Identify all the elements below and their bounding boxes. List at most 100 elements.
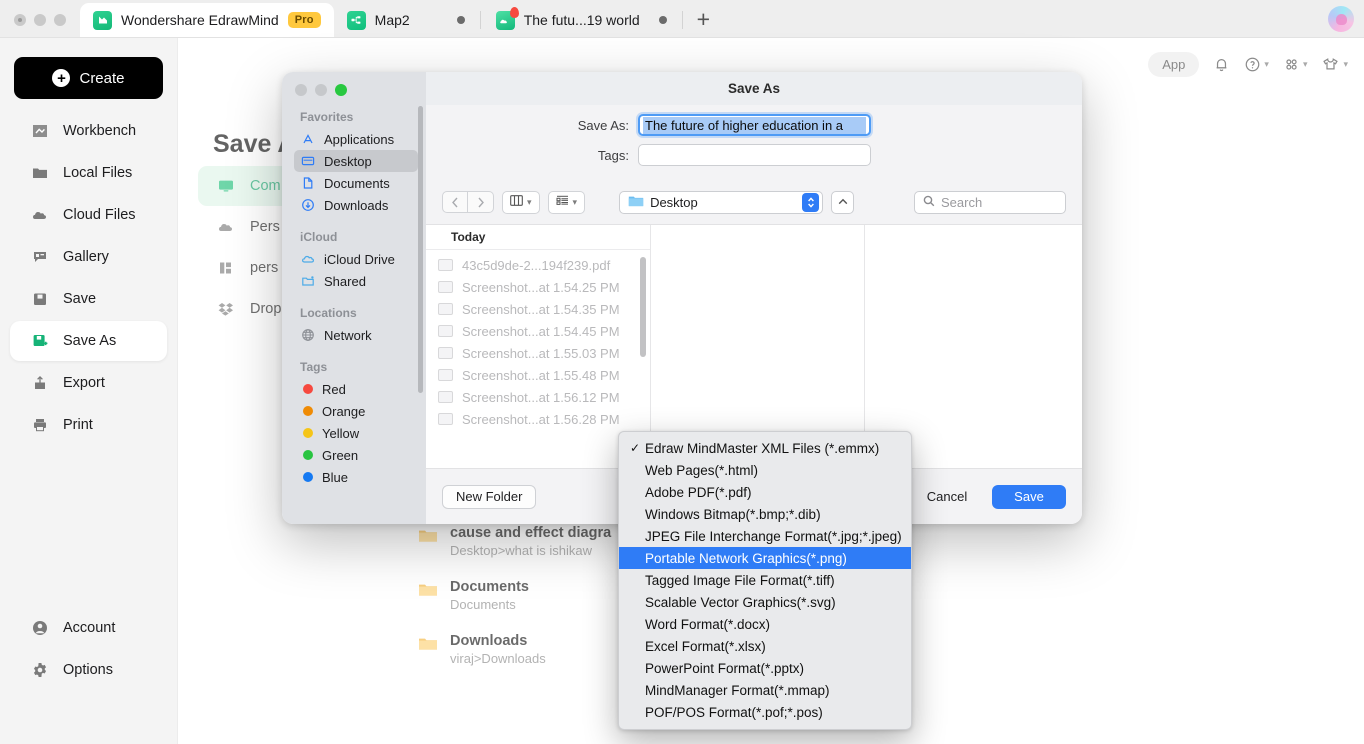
file-row[interactable]: Screenshot...at 1.54.25 PM bbox=[426, 276, 650, 298]
column-view-button[interactable]: ▾ bbox=[502, 190, 540, 214]
folder-name: Downloads bbox=[450, 633, 528, 649]
sidebar-item-options[interactable]: Options bbox=[10, 650, 167, 690]
sidebar-item-export[interactable]: Export bbox=[10, 363, 167, 403]
format-label: JPEG File Interchange Format(*.jpg;*.jpe… bbox=[645, 528, 902, 544]
dialog-item-shared[interactable]: Shared bbox=[294, 270, 418, 292]
dialog-maximize-button[interactable] bbox=[335, 84, 347, 96]
destination-label: Pers bbox=[250, 219, 280, 235]
format-option-emmx[interactable]: ✓ Edraw MindMaster XML Files (*.emmx) bbox=[619, 437, 911, 459]
back-button[interactable] bbox=[442, 191, 468, 213]
dialog-tag-yellow[interactable]: Yellow bbox=[294, 422, 418, 444]
format-option-pdf[interactable]: Adobe PDF(*.pdf) bbox=[619, 481, 911, 503]
tab-separator bbox=[479, 11, 481, 29]
path-stepper-icon bbox=[802, 192, 820, 212]
sidebar-item-label: Local Files bbox=[63, 165, 133, 181]
tab-close-dot[interactable] bbox=[658, 16, 667, 24]
tab-map2[interactable]: Map2 bbox=[334, 3, 478, 37]
file-row[interactable]: Screenshot...at 1.54.45 PM bbox=[426, 320, 650, 342]
dialog-item-label: Desktop bbox=[324, 153, 372, 169]
format-option-svg[interactable]: Scalable Vector Graphics(*.svg) bbox=[619, 591, 911, 613]
dialog-tag-red[interactable]: Red bbox=[294, 378, 418, 400]
shared-folder-icon bbox=[300, 274, 315, 289]
dialog-traffic-lights bbox=[282, 72, 426, 96]
tags-label: Tags: bbox=[597, 147, 629, 163]
sidebar-item-gallery[interactable]: Gallery bbox=[10, 237, 167, 277]
user-avatar[interactable] bbox=[1328, 6, 1354, 32]
save-button[interactable]: Save bbox=[992, 484, 1066, 509]
window-close-button[interactable] bbox=[14, 14, 26, 26]
file-name: Screenshot...at 1.54.25 PM bbox=[462, 279, 620, 295]
format-option-tiff[interactable]: Tagged Image File Format(*.tiff) bbox=[619, 569, 911, 591]
dialog-item-icloud-drive[interactable]: iCloud Drive bbox=[294, 248, 418, 270]
format-option-html[interactable]: Web Pages(*.html) bbox=[619, 459, 911, 481]
app-button[interactable]: App bbox=[1148, 52, 1200, 77]
cancel-button[interactable]: Cancel bbox=[910, 485, 984, 509]
file-row[interactable]: 43c5d9de-2...194f239.pdf bbox=[426, 254, 650, 276]
tab-edrawmind[interactable]: Wondershare EdrawMind Pro bbox=[80, 3, 334, 37]
filename-input[interactable]: The future of higher education in a bbox=[638, 114, 871, 136]
forward-button[interactable] bbox=[468, 191, 494, 213]
edrawmind-icon bbox=[93, 10, 112, 30]
cloud-doc-icon bbox=[495, 6, 519, 30]
theme-shirt-icon[interactable]: ▾ bbox=[1321, 56, 1348, 73]
sidebar-item-local-files[interactable]: Local Files bbox=[10, 153, 167, 193]
file-row[interactable]: Screenshot...at 1.55.03 PM bbox=[426, 342, 650, 364]
go-up-button[interactable] bbox=[831, 190, 855, 214]
dialog-item-downloads[interactable]: Downloads bbox=[294, 194, 418, 216]
format-option-docx[interactable]: Word Format(*.docx) bbox=[619, 613, 911, 635]
sidebar-item-print[interactable]: Print bbox=[10, 405, 167, 445]
sidebar-section-locations: Locations bbox=[300, 306, 357, 320]
dialog-item-label: Yellow bbox=[322, 425, 360, 441]
dialog-item-desktop[interactable]: Desktop bbox=[294, 150, 418, 172]
file-row[interactable]: Screenshot...at 1.56.28 PM bbox=[426, 408, 650, 430]
sidebar-item-label: Export bbox=[63, 375, 105, 391]
filename-value: The future of higher education in a bbox=[643, 116, 866, 134]
sidebar-section-icloud: iCloud bbox=[300, 230, 338, 244]
file-row[interactable]: Screenshot...at 1.56.12 PM bbox=[426, 386, 650, 408]
window-minimize-button[interactable] bbox=[34, 14, 46, 26]
file-list-scrollbar[interactable] bbox=[640, 257, 646, 357]
format-option-pof[interactable]: POF/POS Format(*.pof;*.pos) bbox=[619, 701, 911, 723]
sidebar-section-favorites: Favorites bbox=[300, 110, 354, 124]
sidebar-item-save-as[interactable]: Save As bbox=[10, 321, 167, 361]
format-label: PowerPoint Format(*.pptx) bbox=[645, 660, 805, 676]
dialog-sidebar-scrollbar[interactable] bbox=[418, 106, 423, 393]
group-view-button[interactable]: ▾ bbox=[547, 190, 586, 214]
sidebar-item-save[interactable]: Save bbox=[10, 279, 167, 319]
file-row[interactable]: Screenshot...at 1.54.35 PM bbox=[426, 298, 650, 320]
path-select[interactable]: Desktop bbox=[619, 190, 824, 214]
dialog-item-applications[interactable]: Applications bbox=[294, 128, 418, 150]
apps-grid-icon[interactable]: ▾ bbox=[1283, 56, 1307, 73]
create-label: Create bbox=[79, 69, 125, 87]
format-option-bmp[interactable]: Windows Bitmap(*.bmp;*.dib) bbox=[619, 503, 911, 525]
dialog-item-documents[interactable]: Documents bbox=[294, 172, 418, 194]
sidebar-item-workbench[interactable]: Workbench bbox=[10, 111, 167, 151]
search-input[interactable]: Search bbox=[914, 190, 1066, 214]
format-option-xlsx[interactable]: Excel Format(*.xlsx) bbox=[619, 635, 911, 657]
tags-input[interactable] bbox=[638, 144, 871, 166]
new-tab-button[interactable]: + bbox=[685, 8, 724, 37]
dialog-tag-orange[interactable]: Orange bbox=[294, 400, 418, 422]
dialog-minimize-button[interactable] bbox=[315, 84, 327, 96]
dialog-close-button[interactable] bbox=[295, 84, 307, 96]
tag-dot-icon bbox=[303, 450, 313, 460]
format-option-jpeg[interactable]: JPEG File Interchange Format(*.jpg;*.jpe… bbox=[619, 525, 911, 547]
format-option-mmap[interactable]: MindManager Format(*.mmap) bbox=[619, 679, 911, 701]
tab-the-future[interactable]: The futu...19 world bbox=[483, 3, 680, 37]
window-maximize-button[interactable] bbox=[54, 14, 66, 26]
top-right-toolbar: App ▾ ▾ ▾ bbox=[1148, 52, 1348, 77]
create-button[interactable]: + Create bbox=[14, 57, 163, 99]
tab-close-dot[interactable] bbox=[456, 16, 465, 24]
sidebar-item-label: Save bbox=[63, 291, 97, 307]
format-option-pptx[interactable]: PowerPoint Format(*.pptx) bbox=[619, 657, 911, 679]
help-icon[interactable]: ▾ bbox=[1244, 56, 1269, 73]
new-folder-button[interactable]: New Folder bbox=[442, 484, 537, 509]
dialog-tag-green[interactable]: Green bbox=[294, 444, 418, 466]
format-option-png[interactable]: Portable Network Graphics(*.png) bbox=[619, 547, 911, 569]
file-row[interactable]: Screenshot...at 1.55.48 PM bbox=[426, 364, 650, 386]
dialog-tag-blue[interactable]: Blue bbox=[294, 466, 418, 488]
sidebar-item-account[interactable]: Account bbox=[10, 608, 167, 648]
dialog-item-network[interactable]: Network bbox=[294, 324, 418, 346]
sidebar-item-cloud-files[interactable]: Cloud Files bbox=[10, 195, 167, 235]
bell-icon[interactable] bbox=[1213, 56, 1230, 73]
